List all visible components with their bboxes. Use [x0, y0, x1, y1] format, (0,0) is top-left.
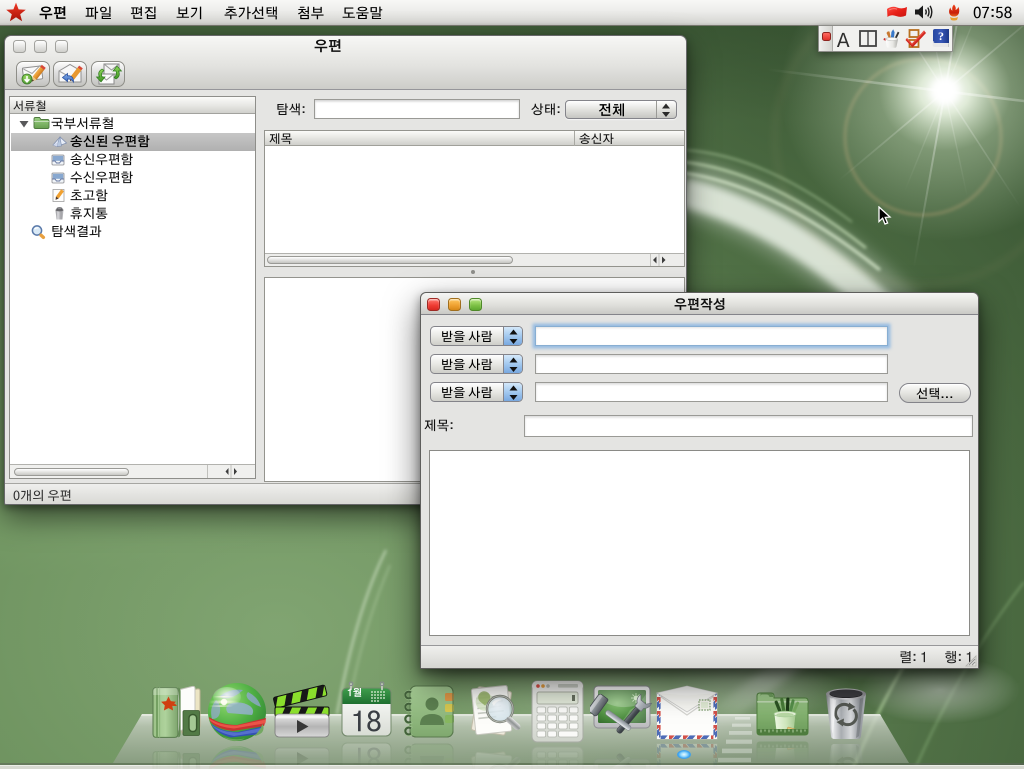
- svg-text:?: ?: [938, 29, 944, 43]
